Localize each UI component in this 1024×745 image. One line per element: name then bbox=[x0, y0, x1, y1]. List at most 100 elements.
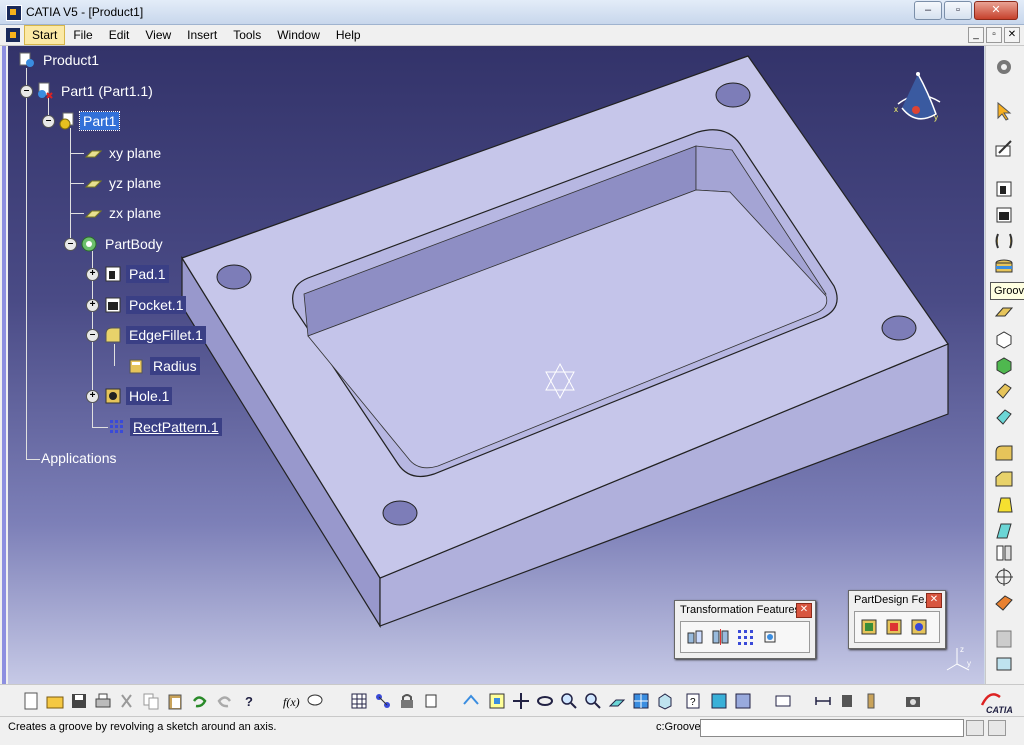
redo-icon[interactable] bbox=[216, 692, 234, 710]
tree-node-rectpattern[interactable]: RectPattern.1 bbox=[108, 417, 222, 437]
collapse-icon[interactable]: – bbox=[64, 238, 77, 251]
fillet-tool-icon[interactable] bbox=[993, 442, 1015, 464]
doc-restore-button[interactable]: ▫ bbox=[986, 27, 1002, 43]
thickness-tool-icon[interactable] bbox=[993, 542, 1015, 564]
doc-minimize-button[interactable]: _ bbox=[968, 27, 984, 43]
menu-tools[interactable]: Tools bbox=[225, 25, 269, 45]
tree-node-hole[interactable]: + Hole.1 bbox=[86, 386, 173, 406]
workbench-gear-icon[interactable] bbox=[993, 56, 1015, 78]
tool-palette-icon[interactable] bbox=[993, 628, 1015, 650]
parameters-icon[interactable] bbox=[424, 692, 442, 710]
zoom-out-icon[interactable] bbox=[584, 692, 602, 710]
maximize-button[interactable]: ▫ bbox=[944, 1, 972, 20]
pocket-feature-icon[interactable] bbox=[884, 617, 906, 637]
save-icon[interactable] bbox=[70, 692, 88, 710]
tree-label-rectpattern[interactable]: RectPattern.1 bbox=[130, 418, 222, 436]
tree-node-edgefillet[interactable]: – EdgeFillet.1 bbox=[86, 325, 206, 345]
zoom-in-icon[interactable] bbox=[560, 692, 578, 710]
tree-label-part-instance[interactable]: Part1 (Part1.1) bbox=[58, 82, 156, 100]
tree-label-radius[interactable]: Radius bbox=[150, 357, 200, 375]
loft-tool-icon[interactable] bbox=[993, 406, 1015, 428]
menu-insert[interactable]: Insert bbox=[179, 25, 225, 45]
compass-icon[interactable]: x y bbox=[888, 70, 948, 132]
shaft-tool-icon[interactable] bbox=[993, 230, 1015, 252]
fly-mode-icon[interactable] bbox=[462, 692, 480, 710]
collapse-icon[interactable]: – bbox=[20, 85, 33, 98]
minimize-button[interactable]: – bbox=[914, 1, 942, 20]
whats-this-icon[interactable]: ? bbox=[242, 692, 260, 710]
swap-visible-icon[interactable] bbox=[774, 692, 792, 710]
doc-close-button[interactable]: ✕ bbox=[1004, 27, 1020, 43]
select-arrow-icon[interactable] bbox=[993, 100, 1015, 122]
tree-node-applications[interactable]: Applications bbox=[38, 448, 120, 468]
catalog-icon[interactable] bbox=[374, 692, 392, 710]
rib-tool-icon[interactable] bbox=[993, 328, 1015, 350]
menu-view[interactable]: View bbox=[137, 25, 179, 45]
sketcher-icon[interactable] bbox=[993, 138, 1015, 160]
chamfer-tool-icon[interactable] bbox=[993, 468, 1015, 490]
groove-tool-icon[interactable] bbox=[993, 256, 1015, 278]
tree-label-edgefillet[interactable]: EdgeFillet.1 bbox=[126, 326, 206, 344]
draft-tool-icon[interactable] bbox=[993, 494, 1015, 516]
rotate-icon[interactable] bbox=[536, 692, 554, 710]
translation-icon[interactable] bbox=[685, 627, 707, 647]
shaft-feature-icon[interactable] bbox=[909, 617, 931, 637]
tree-node-zx-plane[interactable]: zx plane bbox=[84, 203, 164, 223]
tree-label-pad[interactable]: Pad.1 bbox=[126, 265, 169, 283]
tree-label-applications[interactable]: Applications bbox=[38, 449, 120, 467]
stiffener-tool-icon[interactable] bbox=[993, 380, 1015, 402]
open-folder-icon[interactable] bbox=[46, 692, 64, 710]
menu-help[interactable]: Help bbox=[328, 25, 369, 45]
document-icon[interactable] bbox=[6, 28, 20, 42]
annotation-tool-icon[interactable] bbox=[993, 652, 1015, 674]
camera-icon[interactable] bbox=[904, 692, 922, 710]
menu-start[interactable]: Start bbox=[24, 25, 66, 45]
status-button-left[interactable] bbox=[966, 720, 984, 736]
fit-all-icon[interactable] bbox=[488, 692, 506, 710]
view-mode-icon[interactable]: ? bbox=[684, 692, 702, 710]
multi-view-icon[interactable] bbox=[632, 692, 650, 710]
collapse-icon[interactable]: – bbox=[42, 115, 55, 128]
toolbar-title[interactable]: Transformation Features bbox=[675, 601, 815, 619]
apply-material-icon[interactable] bbox=[862, 692, 880, 710]
menu-edit[interactable]: Edit bbox=[101, 25, 138, 45]
pattern-icon[interactable] bbox=[735, 627, 757, 647]
tree-label-hole[interactable]: Hole.1 bbox=[126, 387, 173, 405]
toolbar-close-button[interactable]: ✕ bbox=[796, 603, 812, 618]
tree-label-xy-plane[interactable]: xy plane bbox=[106, 144, 164, 162]
slot-tool-icon[interactable] bbox=[993, 354, 1015, 376]
hole-tool-icon[interactable] bbox=[993, 302, 1015, 324]
partdesign-features-toolbar[interactable]: PartDesign Fe... ✕ bbox=[848, 590, 946, 649]
pocket-tool-icon[interactable] bbox=[993, 204, 1015, 226]
tree-node-partbody[interactable]: – PartBody bbox=[64, 234, 166, 254]
hide-show-icon[interactable] bbox=[734, 692, 752, 710]
formula-icon[interactable]: f(x) bbox=[282, 692, 300, 710]
tree-node-part-instance[interactable]: – Part1 (Part1.1) bbox=[20, 81, 156, 101]
tree-node-pocket[interactable]: + Pocket.1 bbox=[86, 295, 187, 315]
tree-label-pocket[interactable]: Pocket.1 bbox=[126, 296, 187, 314]
new-document-icon[interactable] bbox=[22, 692, 40, 710]
tree-node-xy-plane[interactable]: xy plane bbox=[84, 143, 164, 163]
table-icon[interactable] bbox=[350, 692, 368, 710]
status-button-right[interactable] bbox=[988, 720, 1006, 736]
tree-label-product[interactable]: Product1 bbox=[40, 51, 102, 69]
tree-node-yz-plane[interactable]: yz plane bbox=[84, 173, 164, 193]
tree-label-partbody[interactable]: PartBody bbox=[102, 235, 166, 253]
pad-feature-icon[interactable] bbox=[859, 617, 881, 637]
copy-icon[interactable] bbox=[142, 692, 160, 710]
collapse-icon[interactable]: – bbox=[86, 329, 99, 342]
catia-app-icon[interactable] bbox=[6, 5, 22, 21]
pad-tool-icon[interactable] bbox=[993, 178, 1015, 200]
tree-node-pad[interactable]: + Pad.1 bbox=[86, 264, 169, 284]
tree-node-radius[interactable]: Radius bbox=[128, 356, 200, 376]
expand-icon[interactable]: + bbox=[86, 268, 99, 281]
scaling-icon[interactable] bbox=[760, 627, 782, 647]
3d-viewport[interactable]: Product1 – Part1 (Part1.1) – Part1 xy pl… bbox=[8, 46, 984, 684]
paste-icon[interactable] bbox=[166, 692, 184, 710]
menu-window[interactable]: Window bbox=[269, 25, 328, 45]
transformation-features-toolbar[interactable]: Transformation Features ✕ bbox=[674, 600, 816, 659]
menu-file[interactable]: File bbox=[65, 25, 100, 45]
cut-icon[interactable] bbox=[118, 692, 136, 710]
shell-tool-icon[interactable] bbox=[993, 520, 1015, 542]
tree-node-part[interactable]: – Part1 bbox=[42, 111, 121, 131]
